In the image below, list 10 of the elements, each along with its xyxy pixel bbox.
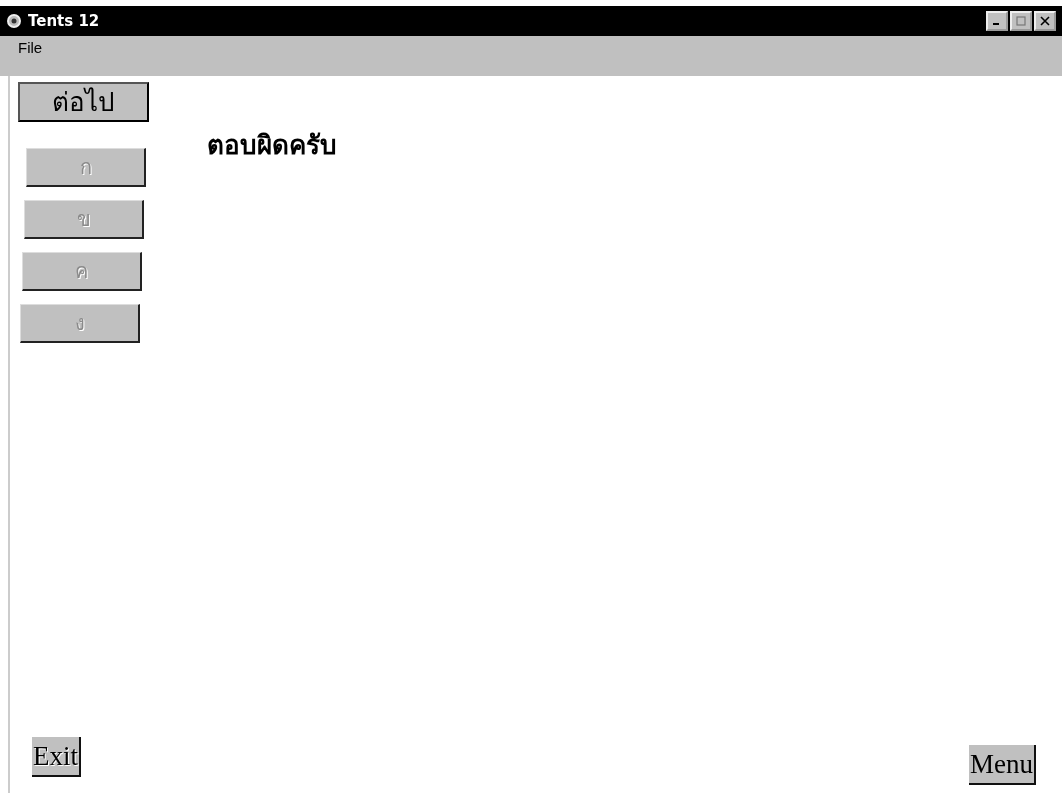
- feedback-message: ตอบผิดครับ: [207, 129, 337, 162]
- window-title: Tents 12: [28, 12, 100, 30]
- maximize-icon: [1016, 16, 1026, 26]
- minimize-icon: [992, 23, 999, 25]
- close-button[interactable]: [1034, 11, 1056, 31]
- menu-button[interactable]: Menu: [969, 745, 1036, 785]
- minimize-button[interactable]: [986, 11, 1008, 31]
- next-button[interactable]: ต่อไป: [18, 82, 149, 122]
- menu-item[interactable]: File: [18, 39, 43, 56]
- close-icon: [1040, 16, 1050, 26]
